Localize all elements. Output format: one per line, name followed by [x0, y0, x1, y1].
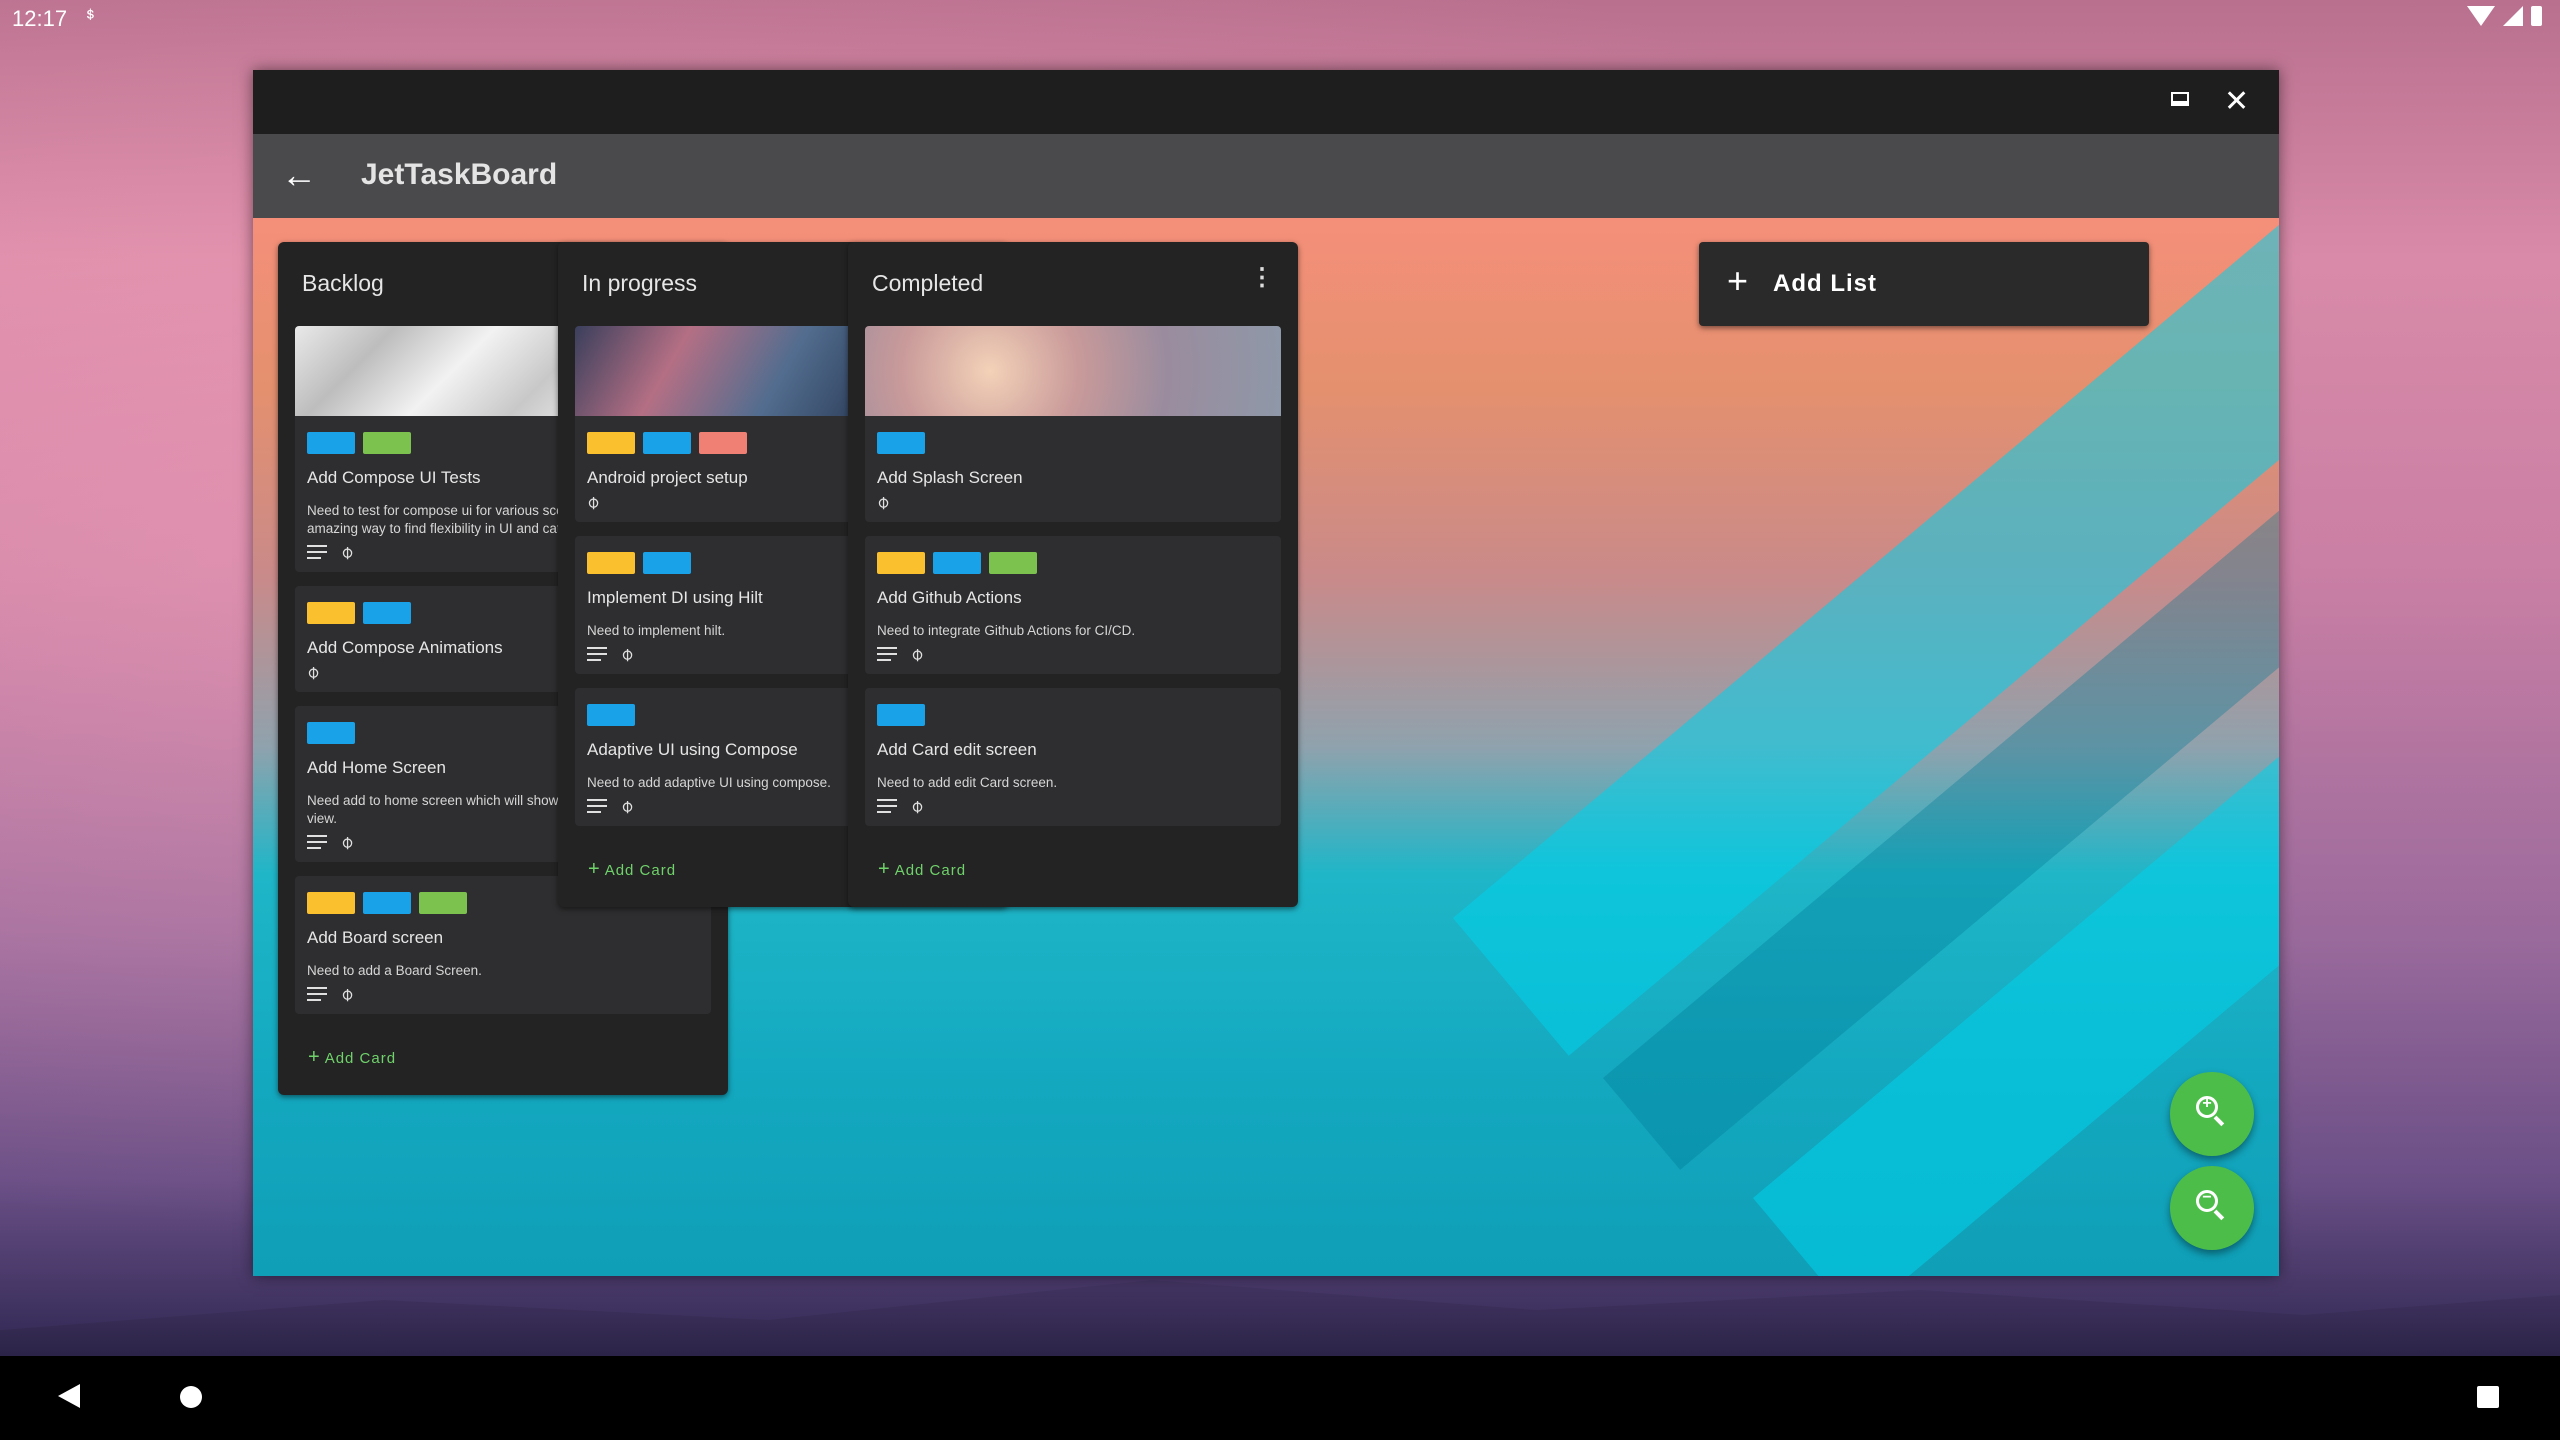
attachment-icon: ⌀ [581, 491, 604, 513]
list-title: In progress [582, 270, 698, 296]
attachment-icon: ⌀ [335, 541, 358, 563]
card-labels [865, 688, 1281, 726]
card-description: Need to add a Board Screen. [307, 963, 482, 978]
status-time: 12:17 [12, 6, 68, 31]
maximize-icon[interactable] [2171, 92, 2189, 106]
description-icon [587, 647, 607, 661]
description-icon [307, 545, 327, 559]
list-title: Completed [872, 270, 984, 296]
card-meta-icons: ⌀ [865, 488, 1281, 522]
card-meta-icons: ⌀ [865, 640, 1281, 674]
add-card-label: Add Card [604, 862, 677, 879]
card-description: Need to integrate Github Actions for CI/… [877, 623, 1136, 638]
label-chip-green [363, 432, 411, 454]
label-chip-blue [363, 602, 411, 624]
label-chip-yellow [307, 602, 355, 624]
list-title: Backlog [302, 270, 384, 296]
task-card[interactable]: Add Github Actions Need to integrate Gith… [865, 536, 1281, 674]
label-chip-blue [933, 552, 981, 574]
close-icon[interactable]: ✕ [2224, 84, 2249, 120]
card-description: Need to add edit Card screen. [877, 775, 1058, 790]
zoom-in-button[interactable]: + [2170, 1072, 2254, 1156]
app-window: ✕ ← JetTaskBoard + Add List + − Backlog ⋮… [253, 70, 2279, 1276]
label-chip-green [419, 892, 467, 914]
card-meta-icons: ⌀ [295, 980, 711, 1014]
plus-icon: + [308, 1046, 321, 1068]
caption-bar: ✕ [253, 70, 2279, 134]
zoom-in-sign: + [2202, 1095, 2212, 1112]
description-icon [587, 799, 607, 813]
attachment-icon: ⌀ [335, 983, 358, 1005]
zoom-handle [2213, 1115, 2225, 1127]
notification-icon: ᙚ [86, 6, 95, 28]
zoom-out-button[interactable]: − [2170, 1166, 2254, 1250]
list-2: Completed ⋮ Add Splash Screen ⌀ Add Github A… [848, 242, 1298, 907]
add-card-label: Add Card [324, 1050, 397, 1067]
attachment-icon: ⌀ [615, 643, 638, 665]
card-title: Add Github Actions [877, 588, 1022, 607]
label-chip-blue [587, 704, 635, 726]
signal-icon [2503, 6, 2523, 26]
description-icon [307, 835, 327, 849]
label-chip-green [989, 552, 1037, 574]
card-title: Add Splash Screen [877, 468, 1023, 487]
back-arrow-icon[interactable]: ← [281, 154, 317, 196]
description-icon [877, 799, 897, 813]
nav-back-icon[interactable] [58, 1384, 80, 1408]
plus-icon: + [878, 858, 891, 880]
nav-home-icon[interactable] [180, 1386, 202, 1408]
zoom-out-sign: − [2202, 1189, 2212, 1206]
label-chip-blue [307, 722, 355, 744]
description-icon [877, 647, 897, 661]
add-card-button[interactable]: + Add Card [278, 1028, 728, 1095]
label-chip-blue [877, 432, 925, 454]
attachment-icon: ⌀ [615, 795, 638, 817]
battery-icon [2531, 6, 2542, 26]
card-cover-image [865, 326, 1281, 416]
label-chip-yellow [877, 552, 925, 574]
zoom-handle [2213, 1209, 2225, 1221]
app-title: JetTaskBoard [361, 158, 558, 191]
list-header: Completed ⋮ [848, 242, 1298, 326]
label-chip-blue [363, 892, 411, 914]
wifi-icon [2467, 6, 2495, 26]
nav-recents-icon[interactable] [2477, 1386, 2499, 1408]
attachment-icon: ⌀ [905, 643, 928, 665]
label-chip-salmon [699, 432, 747, 454]
label-chip-yellow [307, 892, 355, 914]
add-card-label: Add Card [894, 862, 967, 879]
list-menu-icon[interactable]: ⋮ [1250, 266, 1274, 290]
app-bar: ← JetTaskBoard [253, 134, 2279, 218]
board: + Add List + − Backlog⋮Add Compose UI Te… [253, 218, 2279, 1276]
plus-icon: + [588, 858, 601, 880]
label-chip-blue [643, 552, 691, 574]
status-bar: 12:17 ᙚ [0, 0, 2560, 36]
label-chip-yellow [587, 432, 635, 454]
label-chip-blue [307, 432, 355, 454]
task-card[interactable]: Add Card edit screen Need to add edit Car… [865, 688, 1281, 826]
card-meta-icons: ⌀ [865, 792, 1281, 826]
attachment-icon: ⌀ [905, 795, 928, 817]
card-labels [865, 536, 1281, 574]
add-list-label: Add List [1773, 270, 1877, 297]
label-chip-yellow [587, 552, 635, 574]
add-list-button[interactable]: + Add List [1699, 242, 2149, 326]
card-labels [865, 416, 1281, 454]
attachment-icon: ⌀ [301, 661, 324, 683]
navigation-bar [0, 1356, 2560, 1440]
task-card[interactable]: Add Splash Screen ⌀ [865, 326, 1281, 522]
attachment-icon: ⌀ [335, 831, 358, 853]
attachment-icon: ⌀ [871, 491, 894, 513]
description-icon [307, 987, 327, 1001]
plus-icon: + [1727, 260, 1749, 301]
label-chip-blue [877, 704, 925, 726]
add-card-button[interactable]: + Add Card [848, 840, 1298, 907]
label-chip-blue [643, 432, 691, 454]
card-title: Add Card edit screen [877, 740, 1037, 759]
card-title: Add Board screen [307, 928, 444, 947]
